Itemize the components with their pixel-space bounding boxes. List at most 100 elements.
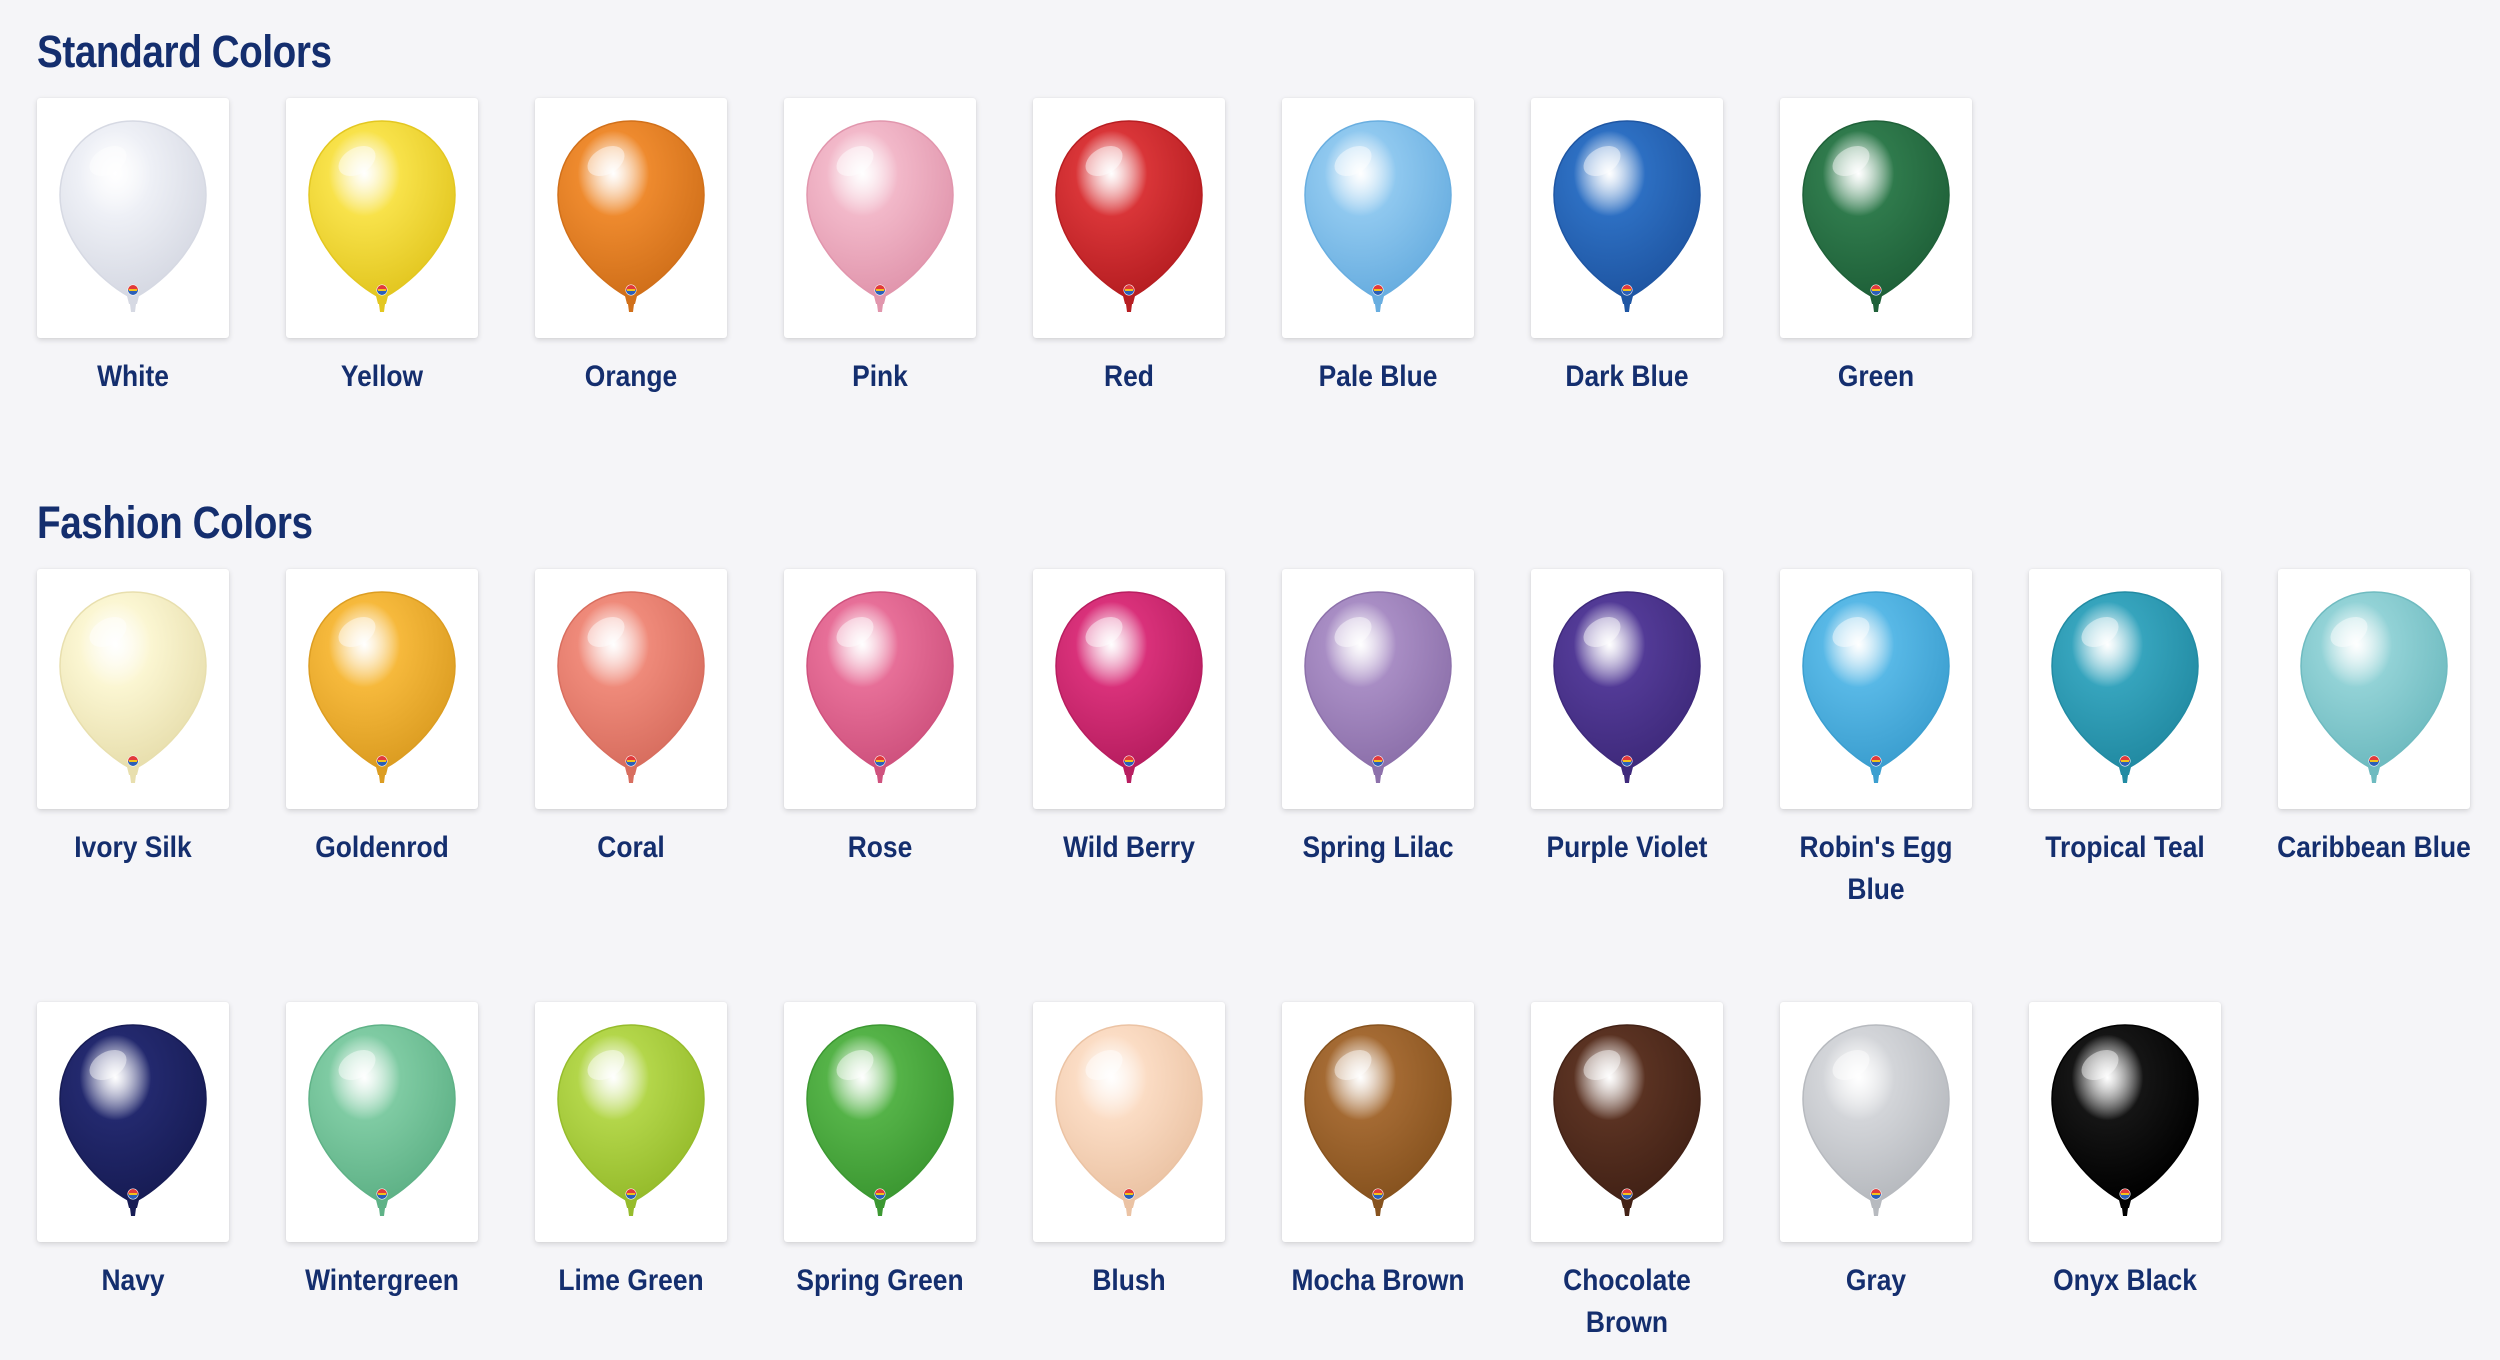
color-swatch-spring-green[interactable]: Spring Green [784, 1002, 976, 1302]
color-label: Goldenrod [315, 831, 449, 864]
balloon-icon [1304, 591, 1452, 783]
balloon-card[interactable] [2029, 569, 2221, 809]
color-swatch-mocha-brown[interactable]: Mocha Brown [1282, 1002, 1474, 1302]
balloon-card[interactable] [535, 1002, 727, 1242]
balloon-card[interactable] [784, 1002, 976, 1242]
color-swatch-yellow[interactable]: Yellow [286, 98, 478, 398]
color-label: Orange [584, 360, 678, 393]
color-label: Ivory Silk [74, 831, 192, 864]
color-swatch-robin-s-egg-blue[interactable]: Robin's Egg Blue [1780, 569, 1972, 911]
balloon-icon [1553, 591, 1701, 783]
balloon-card[interactable] [1531, 1002, 1723, 1242]
fashion-colors-title: Fashion Colors [37, 497, 313, 548]
color-label: Pale Blue [1318, 360, 1438, 393]
balloon-card[interactable] [1282, 98, 1474, 338]
color-swatch-caribbean-blue[interactable]: Caribbean Blue [2277, 569, 2471, 869]
color-row: Navy Wintergreen Lime Green Spring Green Blu… [37, 1002, 2477, 1339]
color-row: Ivory Silk Goldenrod Coral Rose Wild Berry Sp… [37, 569, 2477, 906]
color-label: Purple Violet [1546, 831, 1708, 864]
balloon-icon [59, 120, 207, 312]
balloon-icon [1304, 1024, 1452, 1216]
balloon-icon [806, 1024, 954, 1216]
color-label: Dark Blue [1565, 360, 1689, 393]
color-swatch-goldenrod[interactable]: Goldenrod [286, 569, 478, 869]
color-label: Wintergreen [305, 1264, 459, 1297]
balloon-icon [557, 591, 705, 783]
color-swatch-purple-violet[interactable]: Purple Violet [1531, 569, 1723, 869]
color-swatch-tropical-teal[interactable]: Tropical Teal [2029, 569, 2221, 869]
balloon-icon [59, 1024, 207, 1216]
color-label: Spring Lilac [1302, 831, 1454, 864]
balloon-card[interactable] [286, 569, 478, 809]
balloon-icon [806, 120, 954, 312]
color-label: Navy [101, 1264, 165, 1297]
color-swatch-coral[interactable]: Coral [535, 569, 727, 869]
color-swatch-dark-blue[interactable]: Dark Blue [1531, 98, 1723, 398]
balloon-icon [2300, 591, 2448, 783]
balloon-card[interactable] [286, 98, 478, 338]
balloon-icon [1055, 591, 1203, 783]
balloon-card[interactable] [286, 1002, 478, 1242]
balloon-card[interactable] [1033, 98, 1225, 338]
color-label: Robin's Egg Blue [1799, 831, 1953, 906]
color-swatch-chocolate-brown[interactable]: Chocolate Brown [1531, 1002, 1723, 1344]
color-label: Gray [1845, 1264, 1907, 1297]
balloon-card[interactable] [784, 569, 976, 809]
color-swatch-pink[interactable]: Pink [784, 98, 976, 398]
balloon-card[interactable] [1780, 1002, 1972, 1242]
color-label: Coral [597, 831, 665, 864]
balloon-card[interactable] [37, 569, 229, 809]
balloon-icon [806, 591, 954, 783]
balloon-icon [59, 591, 207, 783]
balloon-icon [1055, 1024, 1203, 1216]
balloon-icon [557, 1024, 705, 1216]
color-swatch-navy[interactable]: Navy [37, 1002, 229, 1302]
color-swatch-orange[interactable]: Orange [535, 98, 727, 398]
balloon-card[interactable] [1282, 1002, 1474, 1242]
color-swatch-green[interactable]: Green [1780, 98, 1972, 398]
balloon-card[interactable] [37, 1002, 229, 1242]
color-label: Spring Green [796, 1264, 964, 1297]
color-label: Mocha Brown [1291, 1264, 1465, 1297]
color-swatch-red[interactable]: Red [1033, 98, 1225, 398]
color-label: Tropical Teal [2045, 831, 2205, 864]
balloon-icon [1304, 120, 1452, 312]
balloon-card[interactable] [1780, 98, 1972, 338]
color-label: Red [1104, 360, 1154, 393]
color-swatch-gray[interactable]: Gray [1780, 1002, 1972, 1302]
balloon-card[interactable] [2029, 1002, 2221, 1242]
balloon-card[interactable] [1531, 98, 1723, 338]
balloon-card[interactable] [2278, 569, 2470, 809]
balloon-card[interactable] [1531, 569, 1723, 809]
color-swatch-lime-green[interactable]: Lime Green [535, 1002, 727, 1302]
color-swatch-wild-berry[interactable]: Wild Berry [1033, 569, 1225, 869]
color-swatch-blush[interactable]: Blush [1033, 1002, 1225, 1302]
balloon-card[interactable] [535, 98, 727, 338]
balloon-icon [1802, 1024, 1950, 1216]
standard-colors-title: Standard Colors [37, 26, 332, 77]
color-swatch-pale-blue[interactable]: Pale Blue [1282, 98, 1474, 398]
balloon-icon [2051, 1024, 2199, 1216]
balloon-card[interactable] [37, 98, 229, 338]
balloon-card[interactable] [1780, 569, 1972, 809]
color-label: Pink [852, 360, 908, 393]
color-label: Caribbean Blue [2277, 831, 2471, 864]
color-label: Lime Green [558, 1264, 704, 1297]
balloon-card[interactable] [1033, 569, 1225, 809]
color-row: White Yellow Orange Pink Red Pale Blue Dark Bl… [37, 98, 2477, 393]
color-swatch-wintergreen[interactable]: Wintergreen [286, 1002, 478, 1302]
color-swatch-white[interactable]: White [37, 98, 229, 398]
balloon-card[interactable] [1033, 1002, 1225, 1242]
color-swatch-rose[interactable]: Rose [784, 569, 976, 869]
color-swatch-onyx-black[interactable]: Onyx Black [2029, 1002, 2221, 1302]
color-swatch-spring-lilac[interactable]: Spring Lilac [1282, 569, 1474, 869]
color-label: Rose [847, 831, 913, 864]
balloon-card[interactable] [784, 98, 976, 338]
balloon-card[interactable] [535, 569, 727, 809]
color-label: Blush [1092, 1264, 1166, 1297]
balloon-card[interactable] [1282, 569, 1474, 809]
balloon-icon [2051, 591, 2199, 783]
balloon-icon [308, 120, 456, 312]
color-label: Green [1837, 360, 1915, 393]
color-swatch-ivory-silk[interactable]: Ivory Silk [37, 569, 229, 869]
